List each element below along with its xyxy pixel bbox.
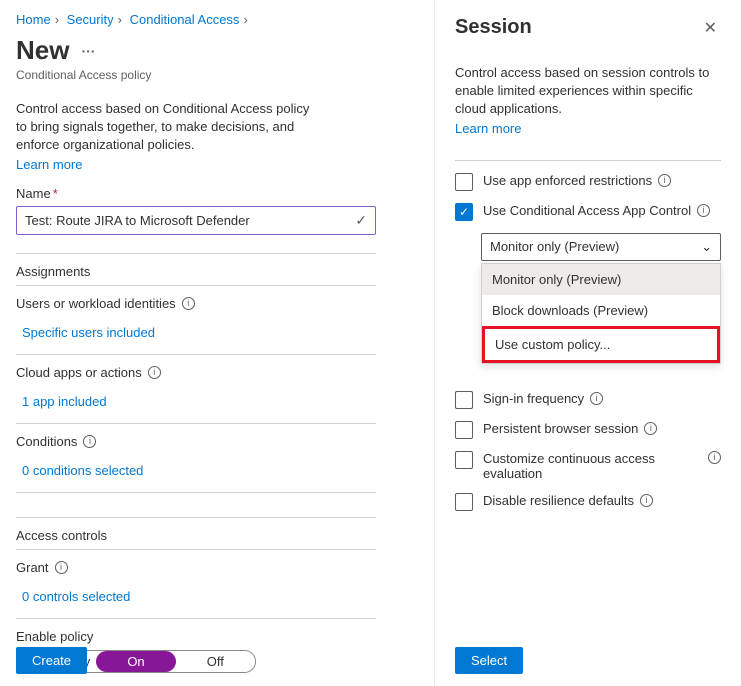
grant-label: Grant i xyxy=(16,560,418,575)
checkbox-signin-frequency[interactable] xyxy=(455,391,473,409)
info-icon[interactable]: i xyxy=(83,435,96,448)
assignments-heading: Assignments xyxy=(16,264,418,279)
app-control-dropdown: Monitor only (Preview) Block downloads (… xyxy=(481,263,721,364)
users-label: Users or workload identities i xyxy=(16,296,418,311)
access-controls-heading: Access controls xyxy=(16,528,418,543)
breadcrumb: Home› Security› Conditional Access› xyxy=(16,12,418,27)
grant-value-link[interactable]: 0 controls selected xyxy=(16,583,130,612)
info-icon[interactable]: i xyxy=(55,561,68,574)
name-input[interactable]: Test: Route JIRA to Microsoft Defender ✓ xyxy=(16,206,376,235)
apps-label: Cloud apps or actions i xyxy=(16,365,418,380)
checkbox-app-enforced[interactable] xyxy=(455,173,473,191)
info-icon[interactable]: i xyxy=(590,392,603,405)
more-icon[interactable]: ··· xyxy=(81,43,95,59)
users-value-link[interactable]: Specific users included xyxy=(16,319,155,348)
option-custom-policy[interactable]: Use custom policy... xyxy=(482,326,720,363)
info-icon[interactable]: i xyxy=(658,174,671,187)
session-panel-title: Session xyxy=(455,16,532,39)
info-icon[interactable]: i xyxy=(148,366,161,379)
info-icon[interactable]: i xyxy=(640,494,653,507)
option-block-downloads[interactable]: Block downloads (Preview) xyxy=(482,295,720,326)
info-icon[interactable]: i xyxy=(697,204,710,217)
breadcrumb-security[interactable]: Security xyxy=(67,12,114,27)
label-signin-frequency: Sign-in frequency xyxy=(483,391,584,406)
checkbox-persistent-browser[interactable] xyxy=(455,421,473,439)
label-app-enforced: Use app enforced restrictions xyxy=(483,173,652,188)
create-button[interactable]: Create xyxy=(16,647,87,674)
check-icon: ✓ xyxy=(355,212,367,229)
breadcrumb-conditional-access[interactable]: Conditional Access xyxy=(130,12,240,27)
label-app-control: Use Conditional Access App Control xyxy=(483,203,691,218)
label-persistent-browser: Persistent browser session xyxy=(483,421,638,436)
pill-on[interactable]: On xyxy=(96,651,175,672)
conditions-value-link[interactable]: 0 conditions selected xyxy=(16,457,143,486)
label-cae: Customize continuous access evaluation xyxy=(483,451,663,481)
session-description: Control access based on session controls… xyxy=(455,64,715,119)
learn-more-link[interactable]: Learn more xyxy=(16,157,82,172)
select-button[interactable]: Select xyxy=(455,647,523,674)
app-control-select[interactable]: Monitor only (Preview) ⌄ xyxy=(481,233,721,261)
name-label: Name* xyxy=(16,186,418,201)
session-learn-more-link[interactable]: Learn more xyxy=(455,121,521,136)
option-monitor-only[interactable]: Monitor only (Preview) xyxy=(482,264,720,295)
page-subtitle: Conditional Access policy xyxy=(16,68,418,82)
pill-off[interactable]: Off xyxy=(176,651,255,672)
label-resilience: Disable resilience defaults xyxy=(483,493,634,508)
enable-policy-label: Enable policy xyxy=(16,629,418,644)
chevron-down-icon: ⌄ xyxy=(701,239,712,255)
breadcrumb-home[interactable]: Home xyxy=(16,12,51,27)
info-icon[interactable]: i xyxy=(708,451,721,464)
info-icon[interactable]: i xyxy=(644,422,657,435)
close-icon[interactable]: ✕ xyxy=(700,16,721,40)
conditions-label: Conditions i xyxy=(16,434,418,449)
checkbox-app-control[interactable]: ✓ xyxy=(455,203,473,221)
checkbox-cae[interactable] xyxy=(455,451,473,469)
apps-value-link[interactable]: 1 app included xyxy=(16,388,107,417)
checkbox-resilience[interactable] xyxy=(455,493,473,511)
page-title: New ··· xyxy=(16,35,418,66)
info-icon[interactable]: i xyxy=(182,297,195,310)
policy-description: Control access based on Conditional Acce… xyxy=(16,100,316,155)
